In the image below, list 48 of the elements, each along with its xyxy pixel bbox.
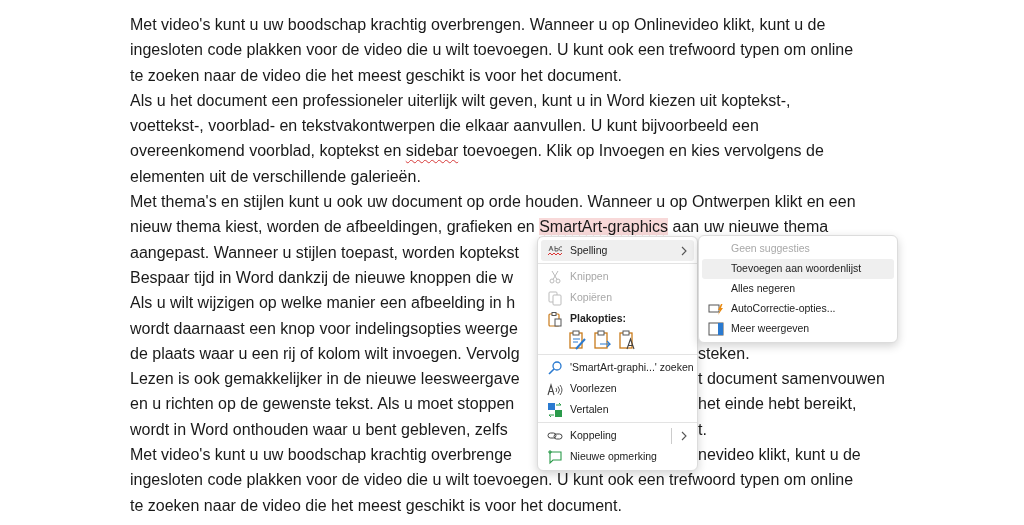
text-line: te zoeken naar de video die het meest geschikt is voor het document. xyxy=(130,495,622,516)
text-line: het einde hebt bereikt, xyxy=(698,394,858,415)
text-line: ingesloten code plakken voor de video die u wilt toevoegen. U kunt ook een trefwoord typen om online xyxy=(130,470,854,491)
menu-item[interactable]: Toevoegen aan woordenlijst xyxy=(702,259,894,279)
text-line: wordt in Word onthouden waar u bent gebleven, zelfs xyxy=(130,419,508,440)
text-line: Bespaar tijd in Word dankzij de nieuwe knoppen die w xyxy=(130,267,514,288)
text-line: Met video's kunt u uw boodschap krachtig overbrenge xyxy=(130,445,512,466)
translate-icon xyxy=(547,401,563,418)
text-line: Als u wilt wijzigen op welke manier een afbeelding in h xyxy=(130,293,516,314)
clipboard-icon xyxy=(547,310,563,327)
text-line: ingesloten code plakken voor de video die u wilt toevoegen. U kunt ook een trefwoord typen om online xyxy=(130,40,854,61)
menu-item[interactable]: Alles negeren xyxy=(702,279,894,299)
menu-item[interactable]: AutoCorrectie-opties... xyxy=(702,299,894,319)
menu-item[interactable]: Koppeling xyxy=(541,425,694,446)
menu-item[interactable]: 'SmartArt-graphi...' zoeken xyxy=(541,357,694,378)
text-line: wordt daarnaast een knop voor indelingsopties weerge xyxy=(130,318,518,339)
chevron-right-icon xyxy=(680,245,688,256)
chevron-right-icon xyxy=(680,430,688,441)
text-line: te zoeken naar de video die het meest geschikt is voor het document. xyxy=(130,65,622,86)
menu-item[interactable]: Spelling xyxy=(541,240,694,261)
comment-icon xyxy=(547,448,563,465)
text-line: t. xyxy=(698,419,708,440)
text-line: Als u het document een professioneler uiterlijk wilt geven, kunt u in Word kiezen uit koptekst-, xyxy=(130,90,791,111)
text-line: en u richten op de gewenste tekst. Als u moet stoppen xyxy=(130,394,515,415)
text-line: aangepast. Wanneer u stijlen toepast, worden koptekst xyxy=(130,242,519,263)
text-line: Met thema's en stijlen kunt u ook uw document op orde houden. Wanneer u op Ontwerpen klikt en een xyxy=(130,192,856,213)
paste-merge-icon[interactable] xyxy=(593,330,611,350)
text-line: nevideo klikt, kunt u de xyxy=(698,445,862,466)
text-line: steken. xyxy=(698,343,751,364)
text-line: de plaats waar u een rij of kolom wilt invoegen. Vervolg xyxy=(130,343,520,364)
text-line: nieuw thema kiest, worden de afbeeldingen, grafieken en SmartArt-graphics aan uw nieuwe thema xyxy=(130,217,829,238)
paste-formatting-icon[interactable] xyxy=(568,330,586,350)
text-line: Met video's kunt u uw boodschap krachtig overbrengen. Wanneer u op Onlinevideo klikt, kunt u de xyxy=(130,15,826,35)
text-line: voettekst-, voorblad- en tekstvakontwerpen die elkaar aanvullen. U kunt bijvoorbeeld een xyxy=(130,116,759,137)
menu-item[interactable]: Voorlezen xyxy=(541,378,694,399)
scissors-icon xyxy=(547,268,563,285)
text-line: t document samenvouwen xyxy=(698,369,886,390)
text-line: elementen uit de verschillende galerieën. xyxy=(130,166,421,187)
menu-item[interactable]: Plakopties: xyxy=(541,308,694,329)
search-icon xyxy=(547,359,563,376)
menu-item[interactable]: Meer weergeven xyxy=(702,319,894,339)
menu-item[interactable]: Vertalen xyxy=(541,399,694,420)
text-line: overeenkomend voorblad, koptekst en sidebar toevoegen. Klik op Invoegen en kies vervolgens de xyxy=(130,141,824,162)
pane-icon xyxy=(708,321,724,337)
paste-text-icon[interactable] xyxy=(618,330,636,350)
menu-item[interactable]: Nieuwe opmerking xyxy=(541,446,694,467)
copy-icon xyxy=(547,289,563,306)
text-line: Lezen is ook gemakkelijker in de nieuwe leesweergave xyxy=(130,369,520,390)
